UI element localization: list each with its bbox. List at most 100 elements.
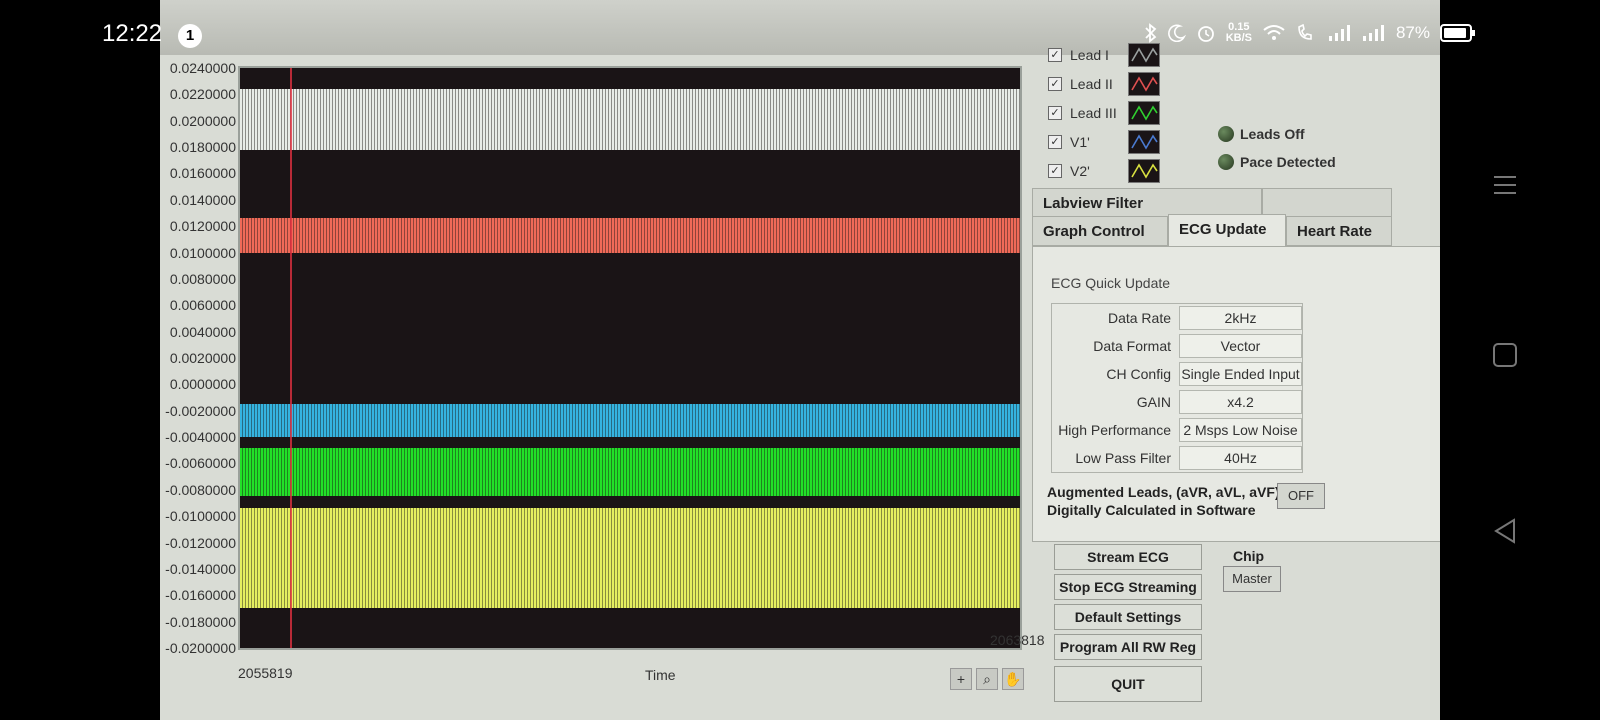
program-rw-reg-button[interactable]: Program All RW Reg: [1054, 634, 1202, 660]
legend-label: V2': [1070, 162, 1090, 179]
y-tick-label: -0.0120000: [165, 534, 236, 551]
config-label: Low Pass Filter: [1075, 450, 1172, 466]
config-value[interactable]: Single Ended Input: [1179, 362, 1302, 386]
y-tick-label: 0.0180000: [169, 139, 236, 156]
zoom-tool-icon[interactable]: ⌕: [976, 668, 998, 690]
checkbox-icon[interactable]: ✓: [1048, 105, 1062, 120]
x-axis-label: Time: [645, 667, 676, 683]
stream-ecg-button[interactable]: Stream ECG: [1054, 544, 1202, 570]
default-settings-button[interactable]: Default Settings: [1054, 604, 1202, 630]
plot-style-swatch[interactable]: [1128, 100, 1160, 125]
y-tick-label: 0.0140000: [169, 191, 236, 208]
tab-heart-rate[interactable]: Heart Rate: [1286, 216, 1392, 246]
graph-palette: + ⌕ ✋: [950, 668, 1024, 690]
bluetooth-icon: [1144, 23, 1158, 43]
config-row: GAIN x4.2: [1052, 388, 1302, 416]
legend-item[interactable]: ✓ Lead III: [1048, 98, 1208, 127]
config-value[interactable]: 2 Msps Low Noise: [1179, 418, 1302, 442]
moon-icon: [1167, 24, 1186, 42]
y-tick-label: -0.0160000: [165, 587, 236, 604]
y-tick-label: 0.0040000: [169, 323, 236, 340]
tab-ecg-update[interactable]: ECG Update: [1168, 214, 1286, 246]
plot-style-swatch[interactable]: [1128, 71, 1160, 96]
signal-trace: [240, 508, 1020, 609]
legend-item[interactable]: ✓ V1': [1048, 127, 1208, 156]
legend-item[interactable]: ✓ Lead II: [1048, 69, 1208, 98]
battery-percent: 87%: [1395, 23, 1430, 42]
signal-trace: [240, 218, 1020, 253]
chip-label: Chip: [1233, 548, 1265, 564]
config-row: Data Rate 2kHz: [1052, 304, 1302, 332]
indicators: Leads Off Pace Detected: [1218, 120, 1336, 176]
home-icon[interactable]: [1492, 342, 1518, 373]
checkbox-icon[interactable]: ✓: [1048, 76, 1062, 91]
leads-off-indicator: Leads Off: [1218, 120, 1336, 148]
config-label: GAIN: [1136, 394, 1172, 410]
back-icon[interactable]: [1492, 518, 1518, 549]
y-tick-label: 0.0220000: [169, 86, 236, 103]
cursor-tool-icon[interactable]: +: [950, 668, 972, 690]
graph-cursor[interactable]: [290, 68, 292, 648]
legend-label: Lead II: [1070, 75, 1113, 92]
led-icon: [1218, 154, 1234, 170]
config-row: Low Pass Filter 40Hz: [1052, 444, 1302, 472]
chip-selector[interactable]: Master: [1223, 566, 1281, 592]
plot-style-swatch[interactable]: [1128, 129, 1160, 154]
ecg-graph[interactable]: [238, 66, 1022, 650]
y-tick-label: -0.0040000: [165, 429, 236, 446]
config-value[interactable]: 40Hz: [1179, 446, 1302, 470]
y-tick-label: 0.0160000: [169, 165, 236, 182]
y-tick-label: 0.0120000: [169, 218, 236, 235]
legend-item[interactable]: ✓ V2': [1048, 156, 1208, 185]
signal-trace: [240, 404, 1020, 438]
config-value[interactable]: Vector: [1179, 334, 1302, 358]
y-tick-label: 0.0020000: [169, 350, 236, 366]
plot-style-swatch[interactable]: [1128, 158, 1160, 183]
navigation-bar: [1440, 0, 1600, 720]
x-axis-min: 2055819: [238, 665, 293, 681]
y-tick-label: 0.0060000: [169, 297, 236, 314]
y-tick-label: -0.0140000: [165, 560, 236, 577]
y-tick-label: 0.0000000: [169, 376, 236, 393]
quit-button[interactable]: QUIT: [1054, 666, 1202, 702]
checkbox-icon[interactable]: ✓: [1048, 134, 1062, 149]
ecg-update-panel: ECG Quick Update Data Rate 2kHz Data Forma…: [1032, 246, 1440, 542]
tab-graph-control[interactable]: Graph Control: [1032, 216, 1168, 246]
y-tick-label: -0.0060000: [165, 455, 236, 472]
y-tick-label: 0.0200000: [169, 112, 236, 129]
notification-badge: 1: [178, 24, 202, 48]
labview-screen: 0.0240000 0.0220000 0.0200000 0.0180000 0.01…: [160, 0, 1440, 720]
config-table: Data Rate 2kHz Data Format Vector CH Config S…: [1051, 303, 1303, 473]
legend-label: Lead III: [1070, 104, 1117, 121]
y-tick-label: -0.0080000: [165, 481, 236, 498]
wifi-icon: [1262, 24, 1286, 42]
checkbox-icon[interactable]: ✓: [1048, 163, 1062, 178]
y-tick-label: -0.0180000: [165, 613, 236, 630]
status-icons: 0.15 KB/S 87%: [1144, 21, 1475, 44]
augmented-leads-label: Augmented Leads, (aVR, aVL, aVF) Digital…: [1047, 484, 1280, 518]
signal-trace: [240, 89, 1020, 150]
config-value[interactable]: x4.2: [1179, 390, 1302, 414]
status-bar: 12:22 1 0.15 KB/S 87%: [0, 0, 1600, 72]
y-tick-label: 0.0100000: [169, 244, 236, 261]
panel-title: ECG Quick Update: [1051, 275, 1171, 291]
config-value[interactable]: 2kHz: [1179, 306, 1302, 330]
wifi-calling-icon: [1296, 24, 1318, 42]
augmented-leads-toggle[interactable]: OFF: [1277, 483, 1325, 509]
y-tick-label: -0.0200000: [165, 640, 236, 656]
config-row: Data Format Vector: [1052, 332, 1302, 360]
alarm-icon: [1196, 23, 1216, 43]
pace-detected-indicator: Pace Detected: [1218, 148, 1336, 176]
net-speed: 0.15 KB/S: [1225, 21, 1252, 44]
signal-trace: [240, 447, 1020, 497]
stop-streaming-button[interactable]: Stop ECG Streaming: [1054, 574, 1202, 600]
signal-icon-1: [1328, 25, 1352, 41]
signal-icon-2: [1362, 25, 1386, 41]
clock: 12:22: [102, 20, 163, 47]
y-axis: 0.0240000 0.0220000 0.0200000 0.0180000 0.01…: [160, 60, 236, 660]
menu-icon[interactable]: [1492, 172, 1518, 203]
y-tick-label: -0.0020000: [165, 402, 236, 419]
config-label: CH Config: [1106, 366, 1172, 382]
pan-tool-icon[interactable]: ✋: [1002, 668, 1024, 690]
y-tick-label: 0.0080000: [169, 270, 236, 287]
